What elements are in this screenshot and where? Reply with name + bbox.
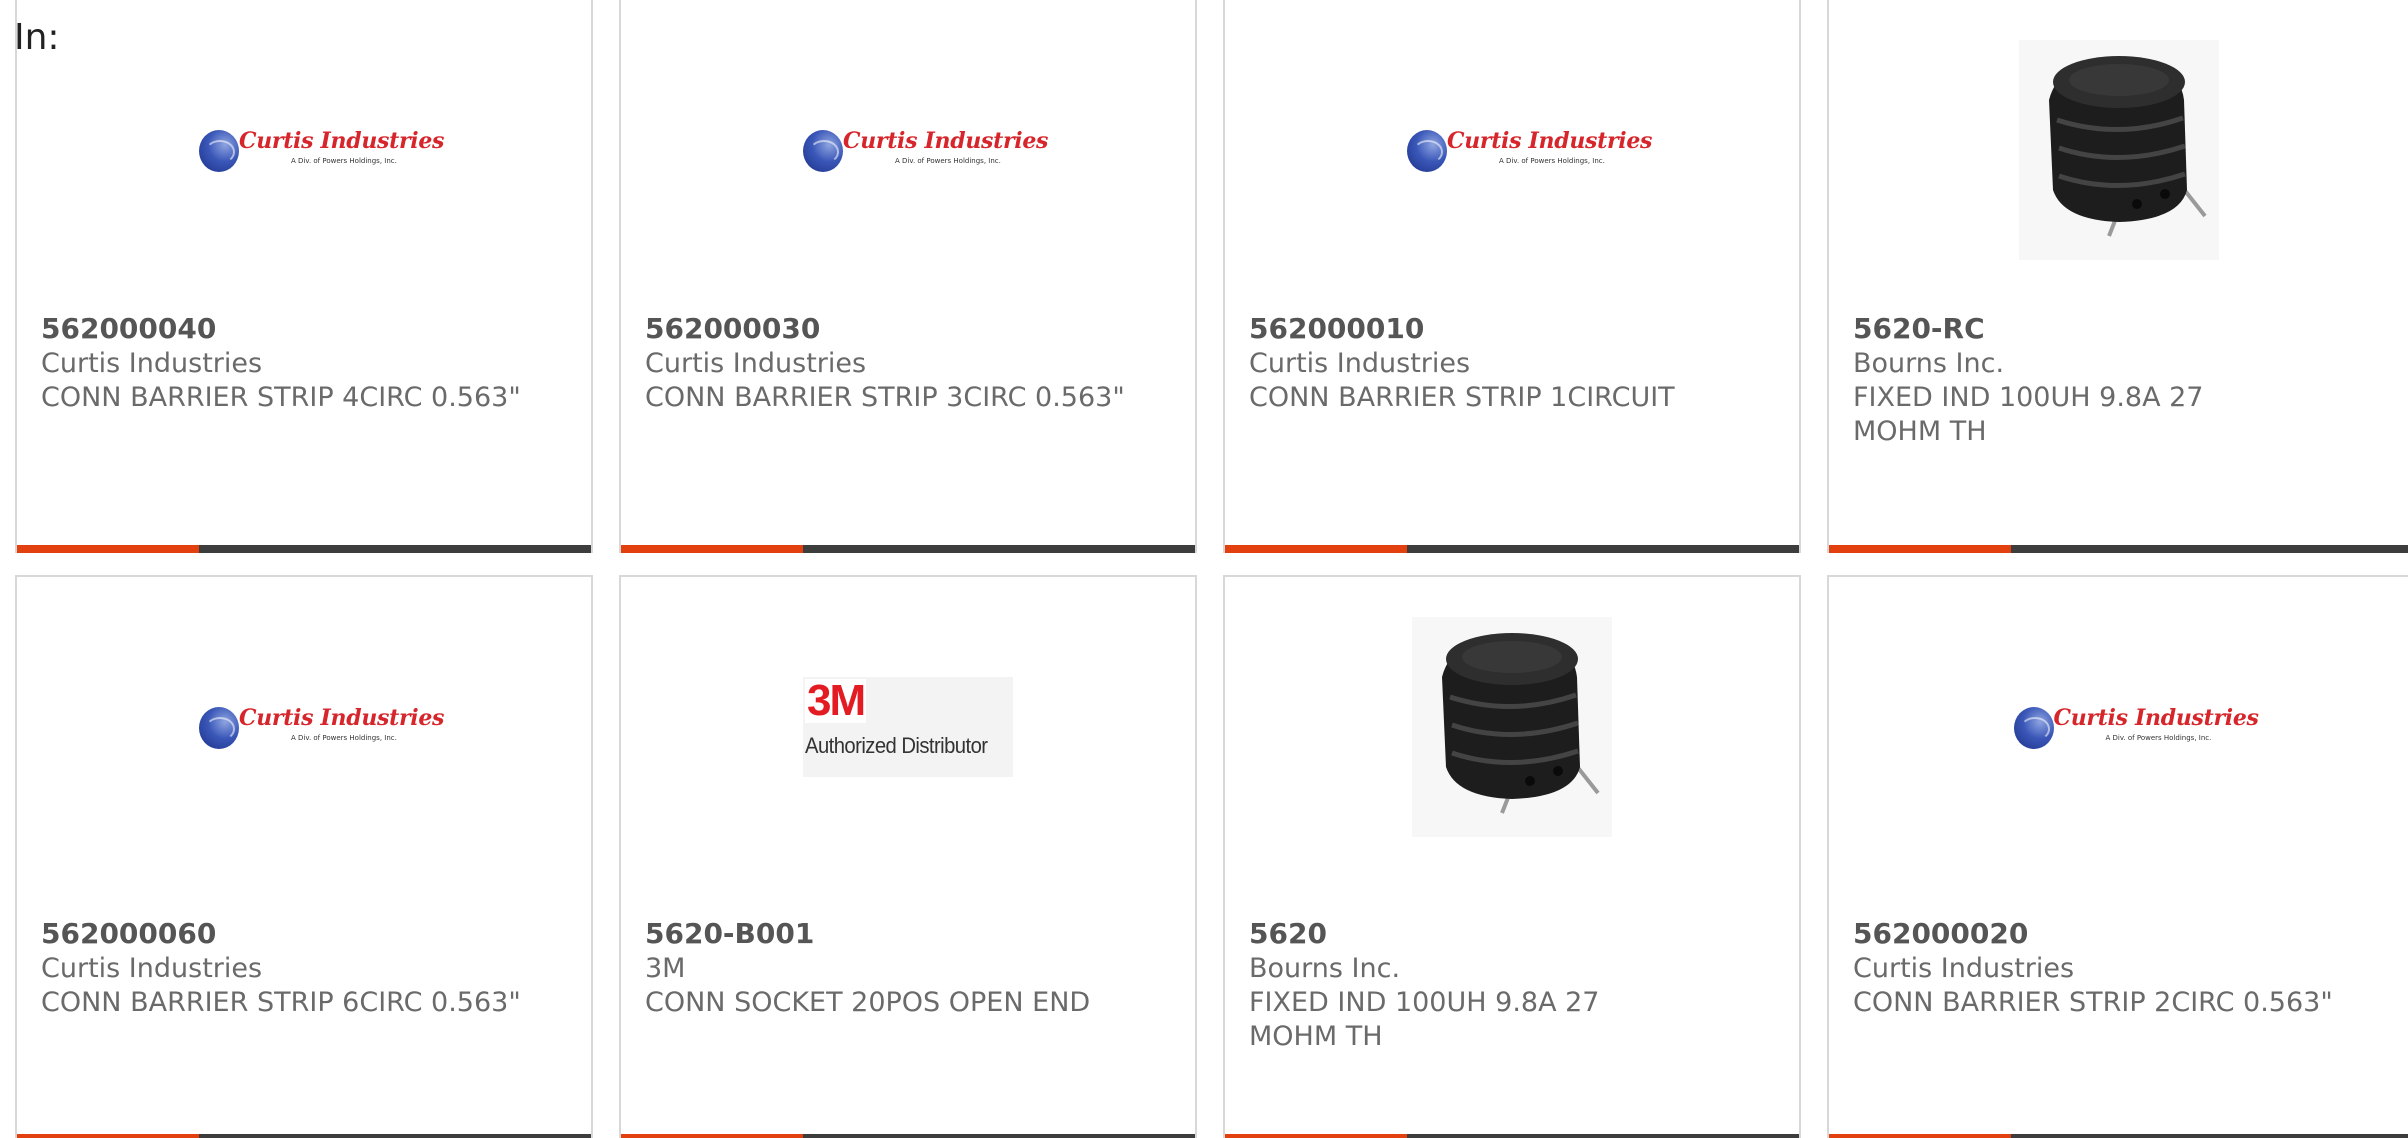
product-card[interactable]: Curtis Industries A Div. of Powers Holdi…: [1223, 0, 1801, 553]
product-image: [1225, 617, 1799, 837]
card-footer-bar: [17, 1134, 591, 1138]
manufacturer: Curtis Industries: [1853, 953, 2075, 984]
curtis-industries-logo: Curtis Industries A Div. of Powers Holdi…: [1407, 124, 1652, 176]
product-image: [1829, 40, 2408, 260]
card-footer-bar: [17, 545, 591, 553]
part-number[interactable]: 5620-RC: [1853, 312, 1985, 345]
part-number[interactable]: 5620: [1249, 917, 1327, 950]
card-footer-bar: [621, 1134, 1195, 1138]
card-footer-bar: [621, 545, 1195, 553]
product-card[interactable]: Curtis Industries A Div. of Powers Holdi…: [15, 0, 593, 553]
description: CONN BARRIER STRIP 3CIRC 0.563": [645, 382, 1125, 413]
globe-icon: [1407, 130, 1447, 172]
manufacturer: Curtis Industries: [1249, 348, 1471, 379]
description: CONN BARRIER STRIP 1CIRCUIT: [1249, 382, 1675, 413]
part-number[interactable]: 562000030: [645, 312, 820, 345]
curtis-industries-logo: Curtis Industries A Div. of Powers Holdi…: [199, 701, 444, 753]
product-image: Curtis Industries A Div. of Powers Holdi…: [1225, 40, 1799, 260]
inductor-photo: [2018, 40, 2219, 260]
product-card[interactable]: 3M Authorized Distributor 5620-B001 3M C…: [619, 575, 1197, 1138]
curtis-industries-logo: Curtis Industries A Div. of Powers Holdi…: [803, 124, 1048, 176]
product-card[interactable]: Curtis Industries A Div. of Powers Holdi…: [1827, 575, 2408, 1138]
card-footer-bar: [1829, 545, 2408, 553]
manufacturer: 3M: [645, 953, 686, 984]
product-card[interactable]: 5620-RC Bourns Inc. FIXED IND 100UH 9.8A…: [1827, 0, 2408, 553]
card-footer-bar: [1225, 1134, 1799, 1138]
description: FIXED IND 100UH 9.8A 27 MOHM TH: [1853, 382, 2204, 447]
globe-icon: [2013, 707, 2054, 749]
card-footer-bar: [1225, 545, 1799, 553]
description: CONN BARRIER STRIP 4CIRC 0.563": [41, 382, 521, 413]
part-number[interactable]: 562000020: [1853, 917, 2028, 950]
product-image: Curtis Industries A Div. of Powers Holdi…: [17, 617, 591, 837]
manufacturer: Curtis Industries: [41, 953, 263, 984]
curtis-industries-logo: Curtis Industries A Div. of Powers Holdi…: [2013, 701, 2259, 753]
card-footer-bar: [1829, 1134, 2408, 1138]
product-image: Curtis Industries A Div. of Powers Holdi…: [1829, 617, 2408, 837]
part-number[interactable]: 562000060: [41, 917, 216, 950]
inductor-photo: [1412, 617, 1612, 837]
manufacturer: Curtis Industries: [41, 348, 263, 379]
description: CONN BARRIER STRIP 2CIRC 0.563": [1853, 987, 2333, 1018]
part-number[interactable]: 562000040: [41, 312, 216, 345]
manufacturer: Bourns Inc.: [1853, 348, 2005, 379]
product-card[interactable]: 5620 Bourns Inc. FIXED IND 100UH 9.8A 27…: [1223, 575, 1801, 1138]
product-image: Curtis Industries A Div. of Powers Holdi…: [17, 40, 591, 260]
globe-icon: [199, 130, 239, 172]
product-image: Curtis Industries A Div. of Powers Holdi…: [621, 40, 1195, 260]
curtis-industries-logo: Curtis Industries A Div. of Powers Holdi…: [199, 124, 444, 176]
product-card[interactable]: Curtis Industries A Div. of Powers Holdi…: [619, 0, 1197, 553]
description: CONN SOCKET 20POS OPEN END: [645, 987, 1091, 1018]
3m-authorized-distributor-logo: 3M Authorized Distributor: [803, 677, 1013, 777]
product-card[interactable]: Curtis Industries A Div. of Powers Holdi…: [15, 575, 593, 1138]
description: FIXED IND 100UH 9.8A 27 MOHM TH: [1249, 987, 1600, 1052]
description: CONN BARRIER STRIP 6CIRC 0.563": [41, 987, 521, 1018]
manufacturer: Bourns Inc.: [1249, 953, 1401, 984]
globe-icon: [199, 707, 239, 749]
part-number[interactable]: 562000010: [1249, 312, 1424, 345]
part-number[interactable]: 5620-B001: [645, 917, 814, 950]
manufacturer: Curtis Industries: [645, 348, 867, 379]
product-image: 3M Authorized Distributor: [621, 617, 1195, 837]
filter-label: In:: [14, 17, 60, 58]
globe-icon: [803, 130, 843, 172]
